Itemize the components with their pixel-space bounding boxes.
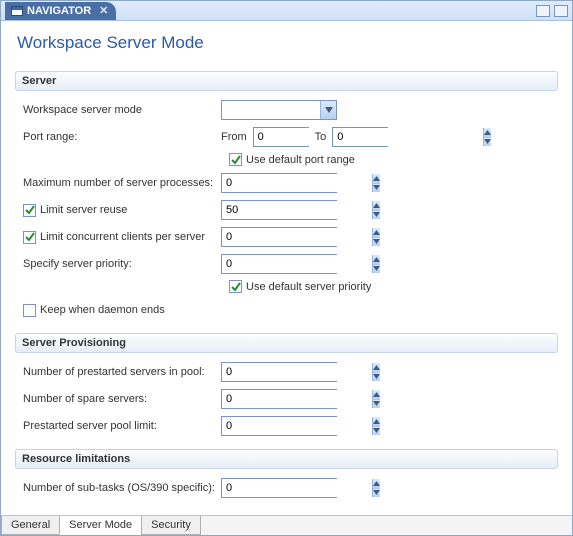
pool-limit-row: Prestarted server pool limit: (23, 415, 558, 437)
keep-daemon-row: Keep when daemon ends (23, 299, 558, 321)
spinner-arrows[interactable] (372, 174, 380, 192)
port-from-input[interactable] (253, 127, 309, 147)
default-priority-row: Use default server priority (229, 280, 558, 293)
spinner-arrows[interactable] (372, 417, 380, 435)
tab-label: NAVIGATOR (27, 5, 91, 17)
server-section: Server Workspace server mode Port range:… (15, 71, 558, 321)
server-priority-input[interactable] (221, 254, 337, 274)
max-procs-row: Maximum number of server processes: (23, 172, 558, 194)
limit-concurrent-input[interactable] (221, 227, 337, 247)
content-area: Workspace Server Mode Server Workspace s… (1, 21, 572, 515)
prestarted-pool-input[interactable] (221, 362, 337, 382)
limit-reuse-checkbox[interactable] (23, 204, 36, 217)
spare-servers-label: Number of spare servers: (23, 393, 221, 405)
prestarted-pool-label: Number of prestarted servers in pool: (23, 366, 221, 378)
limit-reuse-input[interactable] (221, 200, 337, 220)
close-tab-icon[interactable]: ✕ (99, 4, 108, 17)
bottom-tabs: General Server Mode Security (1, 515, 572, 535)
prestarted-pool-field[interactable] (222, 363, 372, 381)
window-icon (11, 6, 23, 16)
prestarted-pool-row: Number of prestarted servers in pool: (23, 361, 558, 383)
limit-concurrent-checkbox[interactable] (23, 231, 36, 244)
default-port-checkbox[interactable] (229, 153, 242, 166)
keep-daemon-checkbox[interactable] (23, 304, 36, 317)
keep-daemon-label: Keep when daemon ends (40, 304, 165, 316)
port-to-label: To (315, 131, 327, 143)
limit-reuse-field[interactable] (222, 201, 372, 219)
spinner-arrows[interactable] (372, 201, 380, 219)
server-priority-label: Specify server priority: (23, 258, 221, 270)
subtasks-row: Number of sub-tasks (OS/390 specific): (23, 477, 558, 499)
spinner-arrows[interactable] (372, 363, 380, 381)
limit-concurrent-label: Limit concurrent clients per server (40, 231, 205, 243)
pool-limit-input[interactable] (221, 416, 337, 436)
titlebar: NAVIGATOR ✕ (1, 1, 572, 21)
server-header: Server (15, 71, 558, 91)
spinner-arrows[interactable] (372, 390, 380, 408)
tab-server-mode[interactable]: Server Mode (59, 516, 142, 535)
port-to-input[interactable] (332, 127, 388, 147)
maximize-icon[interactable] (554, 5, 568, 17)
port-to-field[interactable] (333, 128, 483, 146)
workspace-mode-row: Workspace server mode (23, 99, 558, 121)
spinner-arrows[interactable] (483, 128, 491, 146)
provisioning-header: Server Provisioning (15, 333, 558, 353)
workspace-mode-select[interactable] (221, 100, 337, 120)
subtasks-label: Number of sub-tasks (OS/390 specific): (23, 482, 221, 494)
limit-concurrent-row: Limit concurrent clients per server (23, 226, 558, 248)
max-procs-field[interactable] (222, 174, 372, 192)
tab-group: NAVIGATOR ✕ (5, 1, 116, 20)
default-priority-label: Use default server priority (246, 281, 371, 293)
server-priority-row: Specify server priority: (23, 253, 558, 275)
spinner-arrows[interactable] (372, 228, 380, 246)
server-priority-field[interactable] (222, 255, 372, 273)
resource-header: Resource limitations (15, 449, 558, 469)
max-procs-input[interactable] (221, 173, 337, 193)
spare-servers-input[interactable] (221, 389, 337, 409)
spare-servers-row: Number of spare servers: (23, 388, 558, 410)
titlebar-controls (536, 5, 568, 17)
tab-general[interactable]: General (1, 516, 60, 535)
dropdown-arrow-icon (320, 101, 336, 119)
provisioning-section: Server Provisioning Number of prestarted… (15, 333, 558, 437)
minimize-icon[interactable] (536, 5, 550, 17)
page-title: Workspace Server Mode (17, 33, 558, 53)
default-port-label: Use default port range (246, 154, 355, 166)
spare-servers-field[interactable] (222, 390, 372, 408)
default-priority-checkbox[interactable] (229, 280, 242, 293)
default-port-row: Use default port range (229, 153, 558, 166)
navigator-tab[interactable]: NAVIGATOR ✕ (5, 2, 116, 20)
resource-section: Resource limitations Number of sub-tasks… (15, 449, 558, 499)
subtasks-field[interactable] (222, 479, 372, 497)
port-from-label: From (221, 131, 247, 143)
subtasks-input[interactable] (221, 478, 337, 498)
port-range-row: Port range: From To (23, 126, 558, 148)
max-procs-label: Maximum number of server processes: (23, 177, 221, 189)
port-range-label: Port range: (23, 131, 221, 143)
tab-security[interactable]: Security (141, 516, 201, 535)
pool-limit-label: Prestarted server pool limit: (23, 420, 221, 432)
limit-reuse-label: Limit server reuse (40, 204, 127, 216)
spinner-arrows[interactable] (372, 255, 380, 273)
window: NAVIGATOR ✕ Workspace Server Mode Server… (0, 0, 573, 536)
workspace-mode-label: Workspace server mode (23, 104, 221, 116)
pool-limit-field[interactable] (222, 417, 372, 435)
spinner-arrows[interactable] (372, 479, 380, 497)
limit-reuse-row: Limit server reuse (23, 199, 558, 221)
limit-concurrent-field[interactable] (222, 228, 372, 246)
